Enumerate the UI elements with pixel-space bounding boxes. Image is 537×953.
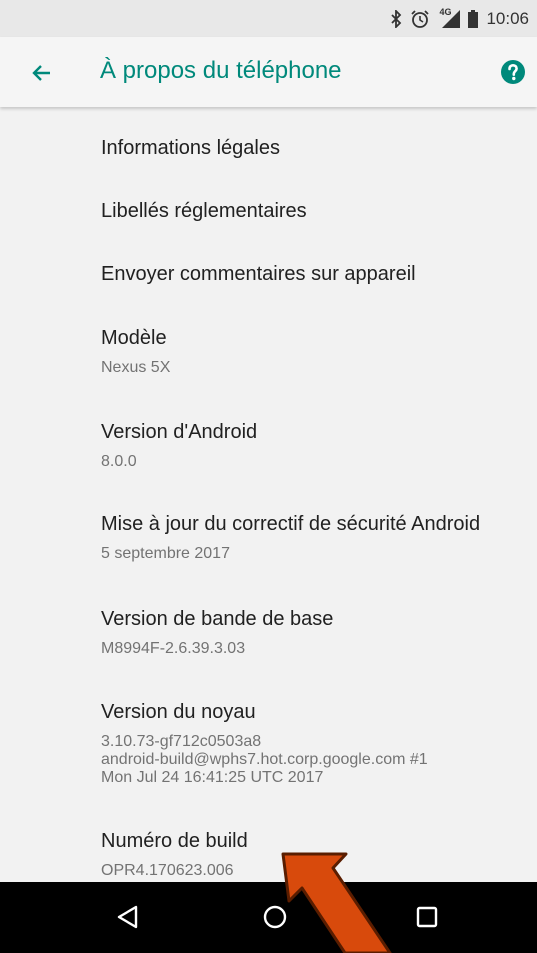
pref-send-feedback[interactable]: Envoyer commentaires sur appareil <box>101 262 521 286</box>
pref-summary-line: 8.0.0 <box>101 453 137 470</box>
pref-title: Mise à jour du correctif de sécurité And… <box>101 513 481 535</box>
battery-icon <box>468 10 479 28</box>
arrow-back-icon <box>32 65 50 81</box>
nav-recents-button[interactable] <box>412 902 442 932</box>
pref-baseband-version[interactable]: Version de bande de base M8994F-2.6.39.3… <box>101 607 521 658</box>
pref-summary: 3.10.73-gf712c0503a8 android-build@wphs7… <box>101 733 521 787</box>
pref-title: Version de bande de base <box>101 608 334 630</box>
pref-legal-info[interactable]: Informations légales <box>101 136 521 160</box>
pref-summary-line: 5 septembre 2017 <box>101 545 230 562</box>
pref-summary-line: M8994F-2.6.39.3.03 <box>101 640 246 657</box>
help-circle-icon <box>501 60 525 84</box>
annotation-arrow-icon <box>281 852 392 953</box>
pref-summary-line: Nexus 5X <box>101 359 171 376</box>
about-phone-list: Informations légales Libellés réglementa… <box>0 108 537 882</box>
pref-summary: M8994F-2.6.39.3.03 <box>101 640 521 658</box>
network-type-label: 4G <box>439 7 452 17</box>
nav-back-button[interactable] <box>114 902 144 932</box>
pref-summary: Nexus 5X <box>101 359 521 377</box>
help-button[interactable] <box>500 59 526 85</box>
pref-regulatory-labels[interactable]: Libellés réglementaires <box>101 199 521 223</box>
status-bar: 4G 10:06 <box>0 0 537 37</box>
recents-square-icon <box>416 906 438 928</box>
pref-title: Envoyer commentaires sur appareil <box>101 263 416 285</box>
pref-title: Informations légales <box>101 137 280 159</box>
pref-summary: 8.0.0 <box>101 453 521 471</box>
pref-summary-line: Mon Jul 24 16:41:25 UTC 2017 <box>101 769 324 786</box>
pref-title: Version d'Android <box>101 421 258 443</box>
back-triangle-icon <box>117 905 138 929</box>
page-title: À propos du téléphone <box>100 57 342 84</box>
app-bar: À propos du téléphone <box>0 37 537 107</box>
back-button[interactable] <box>28 59 56 87</box>
pref-model[interactable]: Modèle Nexus 5X <box>101 326 521 377</box>
pref-title: Version du noyau <box>101 701 256 723</box>
pref-summary-line: android-build@wphs7.hot.corp.google.com … <box>101 751 428 768</box>
signal-icon: 4G <box>438 7 461 28</box>
bluetooth-icon <box>391 10 402 28</box>
pref-summary-line: 3.10.73-gf712c0503a8 <box>101 733 262 750</box>
pref-kernel-version[interactable]: Version du noyau 3.10.73-gf712c0503a8 an… <box>101 700 521 787</box>
alarm-icon <box>411 10 430 28</box>
status-time: 10:06 <box>486 9 529 28</box>
pref-title: Libellés réglementaires <box>101 200 307 222</box>
pref-security-patch[interactable]: Mise à jour du correctif de sécurité And… <box>101 512 521 563</box>
pref-android-version[interactable]: Version d'Android 8.0.0 <box>101 420 521 471</box>
pref-title: Modèle <box>101 327 167 349</box>
status-icons: 4G 10:06 <box>390 7 529 29</box>
pref-summary: 5 septembre 2017 <box>101 545 521 563</box>
